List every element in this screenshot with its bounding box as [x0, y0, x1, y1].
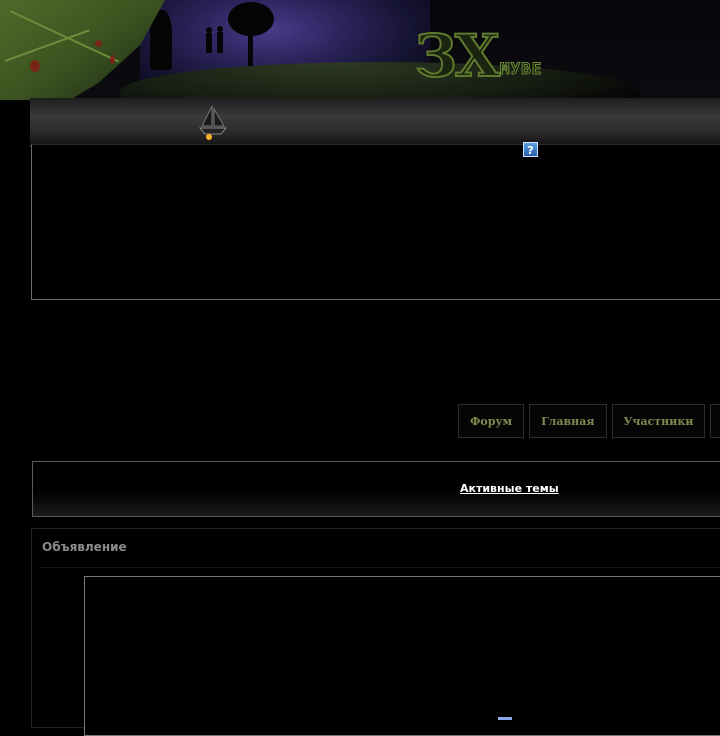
tree-trunk	[248, 30, 253, 66]
announcement-content-box	[84, 576, 720, 736]
ship-icon[interactable]	[198, 104, 228, 140]
tab-forum[interactable]: Форум	[458, 404, 525, 438]
tab-home[interactable]: Главная	[529, 404, 607, 438]
people-silhouette-icon	[202, 26, 228, 59]
top-content-box	[31, 145, 720, 300]
header-banner: ЗХ МУВЕ	[0, 0, 720, 100]
active-topics-link[interactable]: Активные темы	[460, 482, 559, 495]
logo-sub-text: МУВЕ	[499, 59, 543, 79]
nav-tabs: Форум Главная Участники Пр	[458, 404, 720, 438]
logo-main-text: ЗХ	[414, 22, 501, 90]
help-icon[interactable]: ?	[523, 142, 538, 157]
top-nav-bar	[30, 98, 720, 147]
site-logo[interactable]: ЗХ МУВЕ	[414, 16, 543, 90]
tab-more[interactable]: Пр	[710, 404, 720, 438]
announcement-divider	[40, 567, 720, 568]
tab-members[interactable]: Участники	[611, 404, 706, 438]
announcement-title: Объявление	[42, 540, 127, 554]
active-topics-bar	[32, 461, 720, 517]
